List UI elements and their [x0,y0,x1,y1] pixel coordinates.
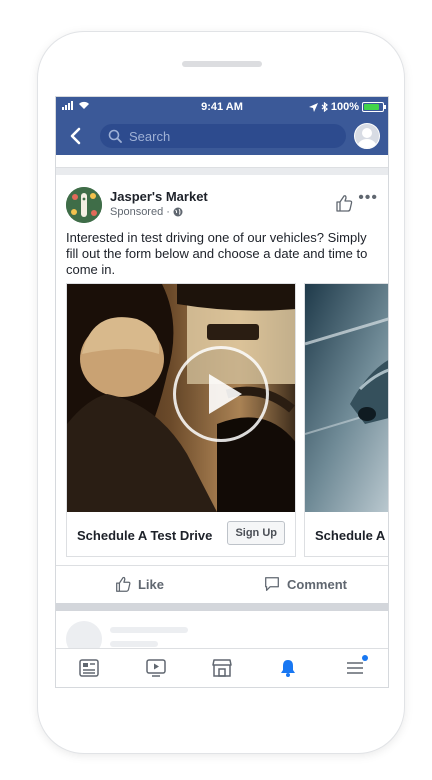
play-button[interactable] [173,346,269,442]
sponsored-label-row: Sponsored · [110,206,183,218]
separator-dot: · [166,206,170,218]
more-options-icon[interactable]: ••• [358,190,378,206]
carousel-title: Schedule A T [315,528,389,543]
battery-percent: 100% [330,101,359,113]
tab-watch[interactable] [122,649,188,687]
comment-icon [265,577,279,591]
thumbs-up-icon [116,576,131,592]
phone-speaker [182,61,262,67]
post-actions: Like Comment [56,565,388,602]
car-photo-image [305,284,388,512]
search-placeholder: Search [129,128,171,144]
phone-screen: 9:41 AM 100% Search Jasper's Market Spon… [55,96,389,688]
battery-icon [362,102,386,112]
like-button[interactable]: Like [56,566,222,602]
carousel-card[interactable]: Schedule A Test Drive Sign Up [66,283,296,557]
globe-icon [173,207,183,217]
search-input[interactable]: Search [100,124,346,148]
sponsored-label: Sponsored [110,206,164,218]
tab-notifications[interactable] [255,649,321,687]
menu-icon [346,662,363,674]
play-icon [209,374,242,414]
carousel-title: Schedule A Test Drive [77,528,213,543]
bell-icon [281,660,296,677]
bluetooth-icon [321,102,328,112]
watch-icon [145,659,166,677]
tab-menu[interactable] [322,649,388,687]
post-text: Interested in test driving one of our ve… [66,230,368,277]
feed-top-strip [56,155,388,168]
status-right: 100% [308,101,386,113]
car-photo[interactable] [305,284,388,512]
like-label: Like [137,576,164,592]
video-thumbnail[interactable] [67,284,295,512]
news-feed-icon [79,659,99,677]
ad-carousel[interactable]: Schedule A Test Drive Sign Up Schedule A… [56,283,388,559]
top-nav-bar: Search [56,117,388,155]
status-bar: 9:41 AM 100% [56,97,388,117]
sign-up-button[interactable]: Sign Up [227,521,285,545]
back-arrow-icon[interactable] [68,126,84,146]
tab-news-feed[interactable] [56,649,122,687]
sponsored-post: Jasper's Market Sponsored · ••• Interest… [56,175,388,603]
profile-avatar[interactable] [354,123,380,149]
marketplace-icon [212,659,232,677]
comment-button[interactable]: Comment [222,566,388,602]
page-name[interactable]: Jasper's Market [110,189,208,204]
page-avatar[interactable] [66,187,102,223]
like-page-icon[interactable] [334,193,354,213]
carousel-card[interactable]: Schedule A T [304,283,389,557]
notification-dot [362,655,369,661]
bottom-tab-bar [56,648,388,687]
tab-marketplace[interactable] [189,649,255,687]
search-icon [108,129,122,143]
loading-post-placeholder [56,611,388,657]
feed-divider [56,603,388,611]
location-icon [308,102,318,112]
market-logo [66,187,102,223]
comment-label: Comment [287,576,347,592]
person-icon [357,128,377,148]
